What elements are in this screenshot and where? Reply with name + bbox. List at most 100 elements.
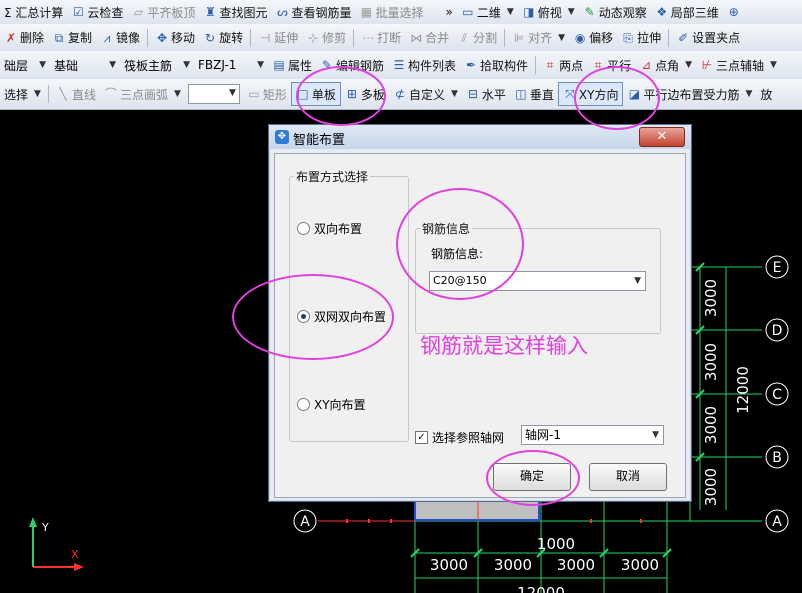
properties-icon: ▤ (273, 58, 285, 72)
line-button[interactable]: ╲ 直线 (52, 83, 100, 105)
stretch-button[interactable]: ⎘ 拉伸 (617, 27, 665, 49)
rectangle-button[interactable]: ▭ 矩形 (243, 83, 291, 105)
rectangle-icon: ▭ (248, 87, 260, 101)
split-icon: ⫽ (461, 30, 467, 45)
place-button[interactable]: 放 (756, 83, 776, 105)
edit-toolbar: ✗ 删除 ⧉ 复制 ⩘ 镜像 ✥ 移动 ↻ 旋转 ⊣ 延伸 ⊹ 修剪 ⋯ 打断 ⋈ 合并 ⫽ 分割 … (0, 24, 802, 52)
parallel-edge-label: 平行边布置受力筋 (643, 87, 740, 102)
dim-1000: 1000 (537, 535, 575, 553)
partial-3d-icon: ❖ (656, 5, 668, 19)
radio-bidirectional[interactable] (297, 222, 310, 235)
dim-vertical-2: 3000 (702, 343, 720, 381)
break-button[interactable]: ⋯ 打断 (357, 27, 405, 49)
option-xy[interactable]: XY向布置 (297, 396, 366, 413)
parallel-button[interactable]: ⌗ 平行 (587, 54, 635, 76)
chevron-down-icon: ▼ (228, 88, 236, 98)
edit-rebar-button[interactable]: ✎ 编辑钢筋 (316, 54, 388, 76)
option-double-net-label: 双网双向布置 (314, 310, 387, 324)
dialog-titlebar[interactable]: ✥ 智能布置 ✕ (269, 125, 691, 149)
chevron-down-icon: ▼ (450, 89, 458, 99)
summary-calc-button[interactable]: Σ 汇总计算 (0, 1, 67, 23)
three-point-arc-dropdown[interactable]: ⌒ 三点画弧 ▼ (100, 83, 185, 105)
element-list-button[interactable]: ☰ 构件列表 (388, 54, 460, 76)
three-point-aux-dropdown[interactable]: ⊬ 三点辅轴 ▼ (696, 54, 781, 76)
trim-button[interactable]: ⊹ 修剪 (302, 27, 350, 49)
category-select[interactable]: 基础 ▼ (50, 55, 120, 75)
two-points-button[interactable]: ⌗ 两点 (539, 54, 587, 76)
selected-slab[interactable] (414, 499, 540, 521)
single-slab-button[interactable]: □ 单板 (290, 82, 341, 106)
xy-direction-button[interactable]: ⤧ XY方向 (557, 82, 624, 106)
ref-grid-checkbox-row[interactable]: ✓ 选择参照轴网 (415, 429, 504, 446)
delete-button[interactable]: ✗ 删除 (0, 27, 48, 49)
pick-element-button[interactable]: ✒ 拾取构件 (460, 54, 532, 76)
vertical-label: 垂直 (529, 87, 554, 102)
flat-slab-top-button[interactable]: ▱ 平齐板顶 (127, 1, 199, 23)
point-angle-dropdown[interactable]: ⊿ 点角 ▼ (635, 54, 696, 76)
chevron-down-icon[interactable]: ▼ (634, 272, 641, 290)
extend-button[interactable]: ⊣ 延伸 (254, 27, 302, 49)
arc-icon: ⌒ (104, 87, 117, 101)
offset-icon: ◉ (574, 30, 586, 45)
toolbar-divider (250, 28, 252, 47)
flat-slab-icon: ▱ (133, 5, 144, 19)
parallel-edge-dropdown[interactable]: ◪ 平行边布置受力筋 ▼ (623, 83, 756, 105)
copy-label: 复制 (68, 31, 93, 45)
rotate-button[interactable]: ↻ 旋转 (199, 27, 247, 49)
view-rebar-qty-button[interactable]: ᔕ 查看钢筋量 (271, 1, 355, 23)
option-xy-label: XY向布置 (314, 398, 366, 412)
stretch-label: 拉伸 (637, 31, 662, 45)
cloud-check-button[interactable]: ☑ 云检查 (67, 1, 127, 23)
element-name-select[interactable]: FBZJ-1 ▼ (194, 55, 268, 75)
extend-icon: ⊣ (259, 30, 271, 45)
grip-icon: ✐ (678, 30, 689, 45)
chevron-down-icon: ▼ (39, 60, 46, 70)
move-button[interactable]: ✥ 移动 (151, 27, 199, 49)
mirror-button[interactable]: ⩘ 镜像 (96, 27, 144, 49)
copy-button[interactable]: ⧉ 复制 (48, 27, 96, 49)
horizontal-button[interactable]: ⊟ 水平 (462, 83, 510, 105)
custom-dropdown[interactable]: ⊄ 自定义 ▼ (389, 83, 462, 105)
grid-select[interactable]: 轴网-1 ▼ (521, 425, 664, 445)
dialog-title: 智能布置 (293, 133, 346, 148)
chevron-down-icon[interactable]: ▼ (652, 426, 659, 444)
more-toolbar-button[interactable]: » (441, 1, 456, 23)
batch-select-button[interactable]: ▦ 批量选择 (355, 1, 427, 23)
option-double-net[interactable]: 双网双向布置 (297, 308, 386, 325)
close-button[interactable]: ✕ (639, 127, 685, 147)
properties-button[interactable]: ▤ 属性 (268, 54, 316, 76)
vertical-icon: ◫ (515, 87, 527, 101)
layer-value: 础层 (4, 58, 29, 73)
element-type-select[interactable]: 筏板主筋 ▼ (120, 55, 194, 75)
element-type-value: 筏板主筋 (124, 58, 173, 73)
dynamic-observe-button[interactable]: ✎ 动态观察 (579, 1, 651, 23)
point-angle-label: 点角 (655, 58, 680, 73)
find-element-button[interactable]: ♜ 查找图元 (199, 1, 271, 23)
multi-slab-button[interactable]: ⊞ 多板 (341, 83, 389, 105)
batch-select-icon: ▦ (360, 5, 373, 19)
radio-xy[interactable] (297, 398, 310, 411)
toolbar-divider (147, 28, 149, 47)
cancel-button[interactable]: 取消 (589, 463, 667, 491)
select-dropdown[interactable]: 选择 ▼ (0, 83, 45, 105)
view-top-dropdown[interactable]: ◨ 俯视 ▼ (518, 1, 579, 23)
partial-3d-button[interactable]: ❖ 局部三维 (651, 1, 723, 23)
vertical-button[interactable]: ◫ 垂直 (510, 83, 558, 105)
view-2d-dropdown[interactable]: ▭ 二维 ▼ (457, 1, 518, 23)
align-dropdown[interactable]: ⊫ 对齐 ▼ (508, 27, 569, 49)
radio-double-net[interactable] (297, 310, 310, 323)
dialog-body: 布置方式选择 双向布置 双网双向布置 XY向布置 钢筋信息 钢筋信息: C20@… (274, 153, 686, 498)
zoom-icon[interactable]: ⊕ (723, 1, 745, 23)
offset-button[interactable]: ◉ 偏移 (569, 27, 617, 49)
ok-button[interactable]: 确定 (493, 463, 571, 491)
rebar-info-input[interactable]: C20@150 ▼ (429, 271, 646, 291)
arc-option-select[interactable]: ▼ (187, 84, 240, 104)
set-grip-button[interactable]: ✐ 设置夹点 (672, 27, 744, 49)
option-bidirectional[interactable]: 双向布置 (297, 220, 362, 237)
chevron-down-icon: ▼ (34, 89, 41, 99)
merge-button[interactable]: ⋈ 合并 (405, 27, 453, 49)
split-button[interactable]: ⫽ 分割 (453, 27, 501, 49)
rotate-label: 旋转 (219, 31, 244, 45)
ref-grid-checkbox[interactable]: ✓ (415, 431, 428, 444)
layer-select[interactable]: 础层 ▼ (0, 55, 50, 75)
